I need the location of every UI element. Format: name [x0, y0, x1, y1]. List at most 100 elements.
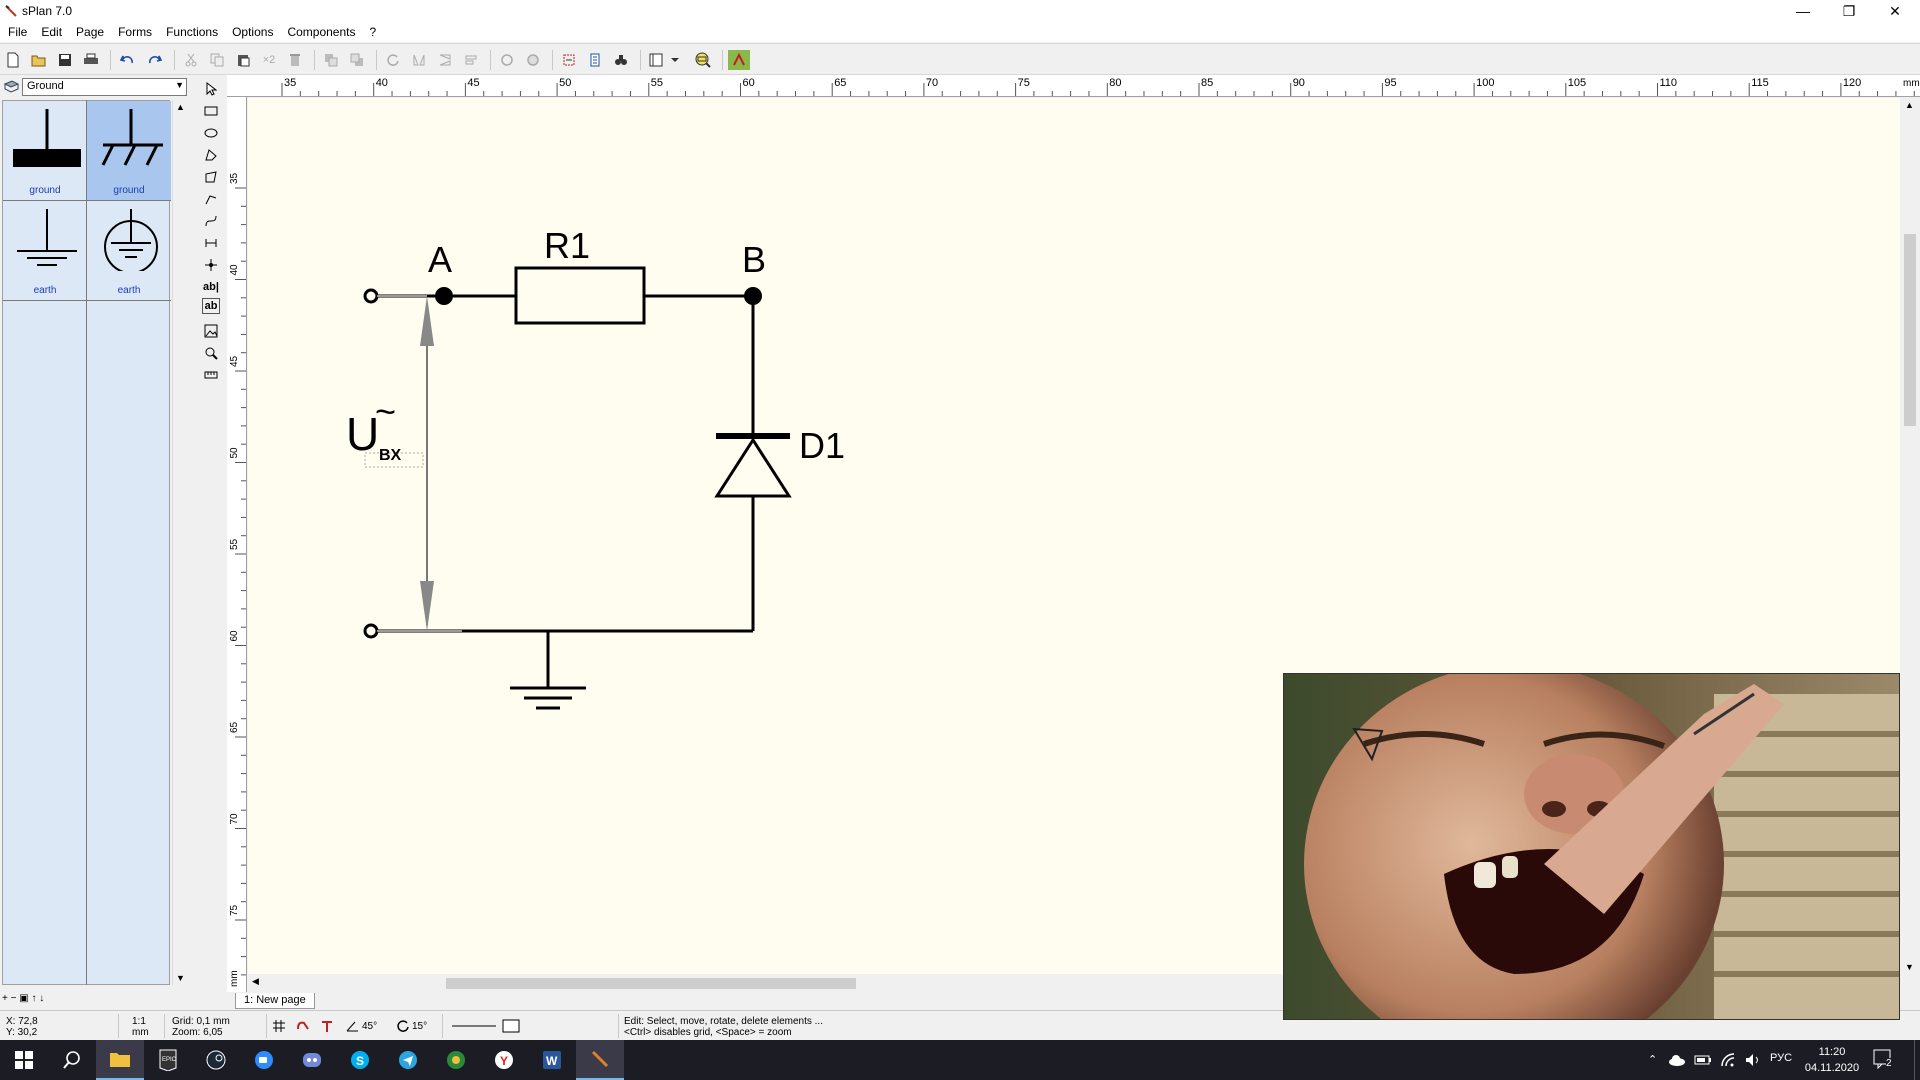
epic-games-icon[interactable]: EPIC: [144, 1040, 192, 1080]
telegram-icon[interactable]: [384, 1040, 432, 1080]
redo-icon[interactable]: [144, 50, 166, 70]
rectangle-tool-icon[interactable]: [200, 100, 222, 122]
menu-file[interactable]: File: [0, 22, 33, 42]
scrollbar-thumb[interactable]: [1904, 234, 1916, 426]
library-item-ground-2[interactable]: ground: [87, 101, 171, 201]
window-title: sPlan 7.0: [22, 4, 73, 18]
scroll-left-icon[interactable]: ◀: [252, 976, 259, 987]
line-style-selector[interactable]: [450, 1019, 530, 1033]
ruler-label: 95: [1384, 77, 1396, 89]
menu-page[interactable]: Page: [68, 22, 110, 42]
earth-circle-icon: [104, 209, 158, 271]
find-icon[interactable]: [610, 50, 632, 70]
parts-list-icon[interactable]: [584, 50, 606, 70]
group-icon[interactable]: [496, 50, 518, 70]
text-tool[interactable]: ab|: [200, 276, 222, 298]
grid-toggle-icon[interactable]: [272, 1019, 286, 1033]
wifi-icon[interactable]: [1720, 1052, 1736, 1068]
skype-icon[interactable]: S: [336, 1040, 384, 1080]
undo-icon[interactable]: [116, 50, 138, 70]
scrollbar-thumb[interactable]: [446, 978, 856, 989]
paste-icon[interactable]: [232, 50, 254, 70]
send-back-icon[interactable]: [346, 50, 368, 70]
minimize-button[interactable]: —: [1780, 0, 1826, 22]
snap-toggle-icon[interactable]: [296, 1019, 310, 1033]
word-icon[interactable]: W: [528, 1040, 576, 1080]
library-item-earth-2[interactable]: earth: [87, 201, 171, 301]
windows-start-icon[interactable]: [0, 1040, 48, 1080]
library-item-ground-1[interactable]: ground: [3, 101, 87, 201]
search-icon[interactable]: [48, 1040, 96, 1080]
yandex-browser-icon[interactable]: Y: [480, 1040, 528, 1080]
cut-icon[interactable]: [180, 50, 202, 70]
angle-icon[interactable]: [345, 1019, 359, 1033]
mirror-v-icon[interactable]: [434, 50, 456, 70]
angle-step-2[interactable]: 15°: [412, 1021, 427, 1032]
vpn-globe-icon[interactable]: [432, 1040, 480, 1080]
save-icon[interactable]: [54, 50, 76, 70]
zoom-app-icon[interactable]: [240, 1040, 288, 1080]
battery-icon[interactable]: [1694, 1054, 1712, 1066]
scroll-up-icon[interactable]: ▲: [176, 102, 185, 112]
mirror-h-icon[interactable]: [408, 50, 430, 70]
ruler-unit: mm: [229, 970, 240, 987]
netlist-icon[interactable]: [558, 50, 580, 70]
zoom-tool-icon[interactable]: [200, 342, 222, 364]
copy-icon[interactable]: [206, 50, 228, 70]
menu-functions[interactable]: Functions: [158, 22, 224, 42]
taskbar-clock[interactable]: 11:20 04.11.2020: [1802, 1044, 1862, 1076]
open-folder-icon[interactable]: [28, 50, 50, 70]
select-arrow-icon[interactable]: [200, 78, 222, 100]
rotate-icon[interactable]: [382, 50, 404, 70]
polygon-tool-icon[interactable]: [200, 144, 222, 166]
print-icon[interactable]: [80, 50, 102, 70]
splan-taskbar-icon[interactable]: [576, 1040, 624, 1080]
textbox-tool[interactable]: ab: [202, 298, 220, 314]
library-controls[interactable]: + − ▣ ↑ ↓: [2, 993, 44, 1004]
discord-icon[interactable]: [288, 1040, 336, 1080]
duplicate-icon[interactable]: ×2: [258, 50, 280, 70]
scroll-up-icon[interactable]: ▲: [1905, 100, 1914, 110]
library-item-earth-1[interactable]: earth: [3, 201, 87, 301]
scroll-down-icon[interactable]: ▼: [176, 973, 185, 983]
bezier-tool-icon[interactable]: [200, 210, 222, 232]
menu-components[interactable]: Components: [279, 22, 361, 42]
language-indicator[interactable]: РУС: [1770, 1052, 1792, 1064]
show-desktop-button[interactable]: [1914, 1040, 1920, 1080]
line-tool-icon[interactable]: [200, 188, 222, 210]
dimension-tool-icon[interactable]: [200, 232, 222, 254]
pin-icon[interactable]: [320, 1019, 334, 1033]
bring-front-icon[interactable]: [320, 50, 342, 70]
menu-options[interactable]: Options: [224, 22, 279, 42]
close-button[interactable]: ✕: [1872, 0, 1918, 22]
new-file-icon[interactable]: [2, 50, 24, 70]
cloud-icon[interactable]: [1668, 1053, 1686, 1067]
menu-edit[interactable]: Edit: [33, 22, 68, 42]
menu-help[interactable]: ?: [362, 22, 383, 42]
image-tool-icon[interactable]: [200, 320, 222, 342]
angle-step-1[interactable]: 45°: [362, 1021, 377, 1032]
steam-icon[interactable]: [192, 1040, 240, 1080]
restore-button[interactable]: ❐: [1826, 0, 1872, 22]
align-icon[interactable]: [460, 50, 482, 70]
zoom-fit-icon[interactable]: [692, 50, 714, 70]
scroll-down-icon[interactable]: ▼: [1905, 962, 1914, 972]
library-category-select[interactable]: Ground ▼: [22, 78, 187, 96]
junction-tool-icon[interactable]: [200, 254, 222, 276]
volume-icon[interactable]: [1744, 1052, 1762, 1068]
splan-logo-icon[interactable]: [728, 50, 750, 70]
menu-forms[interactable]: Forms: [110, 22, 158, 42]
freeform-tool-icon[interactable]: [200, 166, 222, 188]
show-hidden-icons-icon[interactable]: ⌃: [1648, 1053, 1657, 1066]
canvas-vertical-scrollbar[interactable]: ▲ ▼: [1900, 98, 1920, 974]
ungroup-icon[interactable]: [522, 50, 544, 70]
file-explorer-icon[interactable]: [96, 1040, 144, 1080]
delete-icon[interactable]: [284, 50, 306, 70]
rotate-step-icon[interactable]: [396, 1019, 410, 1033]
library-scrollbar[interactable]: ▲ ▼: [172, 100, 188, 985]
measure-tool-icon[interactable]: [200, 364, 222, 386]
page-setup-dropdown[interactable]: [646, 50, 682, 70]
notification-center-icon[interactable]: 2: [1872, 1048, 1902, 1072]
ellipse-tool-icon[interactable]: [200, 122, 222, 144]
tab-page-1[interactable]: 1: New page: [235, 993, 315, 1009]
